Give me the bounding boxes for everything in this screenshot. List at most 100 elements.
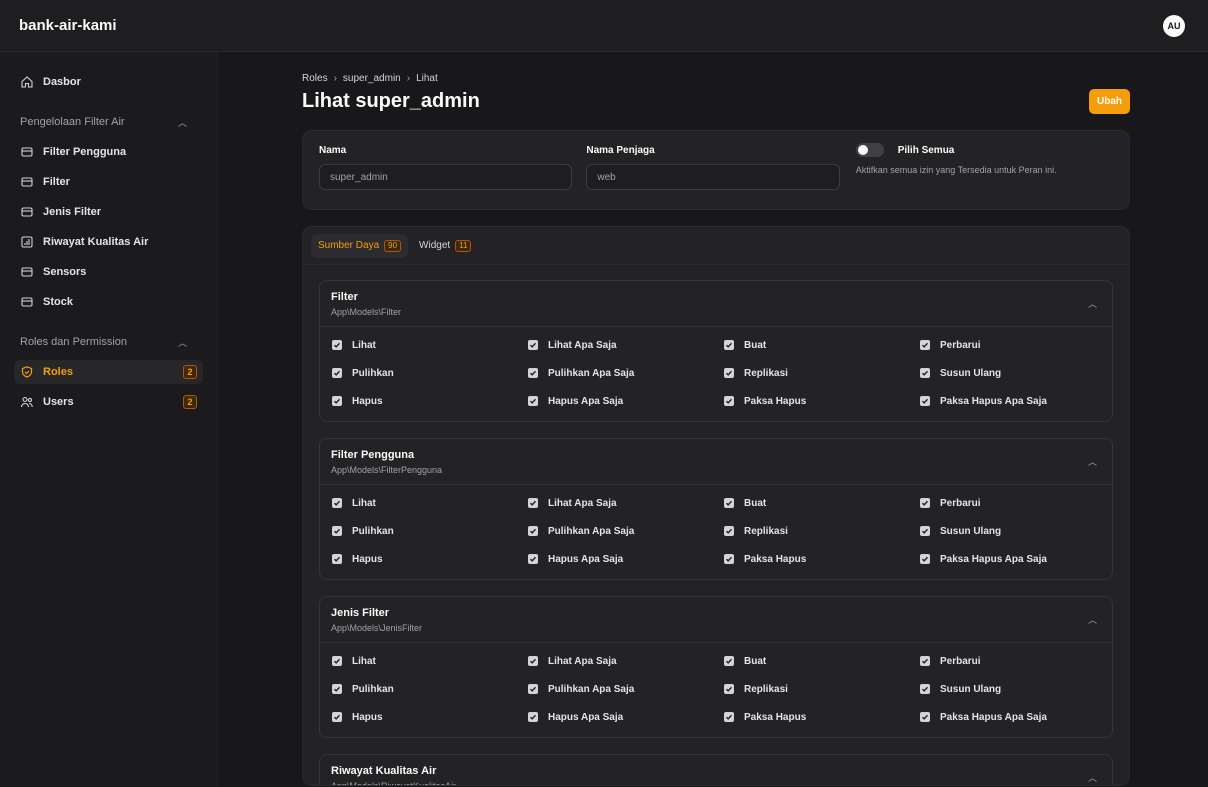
checkbox-checked-icon[interactable] — [528, 368, 538, 378]
chevron-up-icon[interactable]: ︿ — [1088, 297, 1097, 310]
name-input[interactable]: super_admin — [319, 164, 573, 190]
sidebar-item-riwayat-kualitas-air[interactable]: Riwayat Kualitas Air — [14, 230, 203, 254]
sidebar-item-jenis-filter[interactable]: Jenis Filter — [14, 200, 203, 224]
permission-item[interactable]: Perbarui — [920, 489, 1112, 517]
checkbox-checked-icon[interactable] — [724, 656, 734, 666]
checkbox-checked-icon[interactable] — [920, 684, 930, 694]
sidebar-item-stock[interactable]: Stock — [14, 290, 203, 314]
permission-item[interactable]: Lihat Apa Saja — [528, 489, 724, 517]
checkbox-checked-icon[interactable] — [724, 712, 734, 722]
checkbox-checked-icon[interactable] — [528, 340, 538, 350]
permission-item[interactable]: Hapus — [332, 387, 528, 415]
checkbox-checked-icon[interactable] — [528, 526, 538, 536]
checkbox-checked-icon[interactable] — [920, 712, 930, 722]
permission-item[interactable]: Buat — [724, 647, 920, 675]
checkbox-checked-icon[interactable] — [332, 526, 342, 536]
sidebar-item-filter[interactable]: Filter — [14, 170, 203, 194]
checkbox-checked-icon[interactable] — [920, 340, 930, 350]
tab-widgets[interactable]: Widget 11 — [412, 234, 478, 258]
permission-item[interactable]: Pulihkan — [332, 359, 528, 387]
sidebar-group-header[interactable]: Roles dan Permission ︿ — [14, 332, 203, 352]
checkbox-checked-icon[interactable] — [332, 340, 342, 350]
select-all-toggle[interactable] — [855, 143, 884, 157]
checkbox-checked-icon[interactable] — [332, 656, 342, 666]
checkbox-checked-icon[interactable] — [528, 656, 538, 666]
checkbox-checked-icon[interactable] — [332, 368, 342, 378]
permission-item[interactable]: Replikasi — [724, 675, 920, 703]
checkbox-checked-icon[interactable] — [724, 368, 734, 378]
permission-item[interactable]: Susun Ulang — [920, 517, 1112, 545]
permission-item[interactable]: Buat — [724, 489, 920, 517]
resource-header[interactable]: Riwayat Kualitas Air App\Models\RiwayatKu… — [320, 755, 1112, 786]
permission-item[interactable]: Pulihkan — [332, 675, 528, 703]
resource-header[interactable]: Filter Pengguna App\Models\FilterPengguna… — [320, 439, 1112, 485]
checkbox-checked-icon[interactable] — [528, 554, 538, 564]
permission-item[interactable]: Replikasi — [724, 517, 920, 545]
checkbox-checked-icon[interactable] — [724, 340, 734, 350]
checkbox-checked-icon[interactable] — [332, 396, 342, 406]
chevron-up-icon[interactable]: ︿ — [1088, 771, 1097, 784]
tab-resources[interactable]: Sumber Daya 90 — [311, 233, 409, 258]
sidebar-group-header[interactable]: Pengelolaan Filter Air ︿ — [14, 112, 203, 132]
checkbox-checked-icon[interactable] — [332, 498, 342, 508]
checkbox-checked-icon[interactable] — [724, 526, 734, 536]
permission-item[interactable]: Lihat — [332, 647, 528, 675]
chevron-up-icon[interactable]: ︿ — [1088, 613, 1097, 626]
sidebar-item-sensors[interactable]: Sensors — [14, 260, 203, 284]
permission-item[interactable]: Lihat — [332, 331, 528, 359]
permission-item[interactable]: Perbarui — [920, 331, 1112, 359]
permission-item[interactable]: Pulihkan Apa Saja — [528, 675, 724, 703]
permission-item[interactable]: Susun Ulang — [920, 675, 1112, 703]
checkbox-checked-icon[interactable] — [724, 684, 734, 694]
permission-item[interactable]: Paksa Hapus Apa Saja — [920, 387, 1112, 415]
permission-item[interactable]: Paksa Hapus — [724, 703, 920, 731]
checkbox-checked-icon[interactable] — [724, 396, 734, 406]
breadcrumb-roles[interactable]: Roles — [302, 73, 328, 84]
checkbox-checked-icon[interactable] — [528, 396, 538, 406]
permission-item[interactable]: Lihat — [332, 489, 528, 517]
checkbox-checked-icon[interactable] — [920, 526, 930, 536]
checkbox-checked-icon[interactable] — [332, 554, 342, 564]
permission-item[interactable]: Pulihkan Apa Saja — [528, 517, 724, 545]
breadcrumb-role[interactable]: super_admin — [343, 73, 401, 84]
permission-item[interactable]: Pulihkan — [332, 517, 528, 545]
checkbox-checked-icon[interactable] — [724, 498, 734, 508]
permission-item[interactable]: Replikasi — [724, 359, 920, 387]
permission-item[interactable]: Paksa Hapus Apa Saja — [920, 545, 1112, 573]
permission-item[interactable]: Lihat Apa Saja — [528, 331, 724, 359]
permission-item[interactable]: Paksa Hapus — [724, 387, 920, 415]
permission-item[interactable]: Perbarui — [920, 647, 1112, 675]
permission-item[interactable]: Hapus — [332, 703, 528, 731]
checkbox-checked-icon[interactable] — [920, 368, 930, 378]
sidebar-item-filter-pengguna[interactable]: Filter Pengguna — [14, 140, 203, 164]
guard-input[interactable]: web — [586, 164, 840, 190]
checkbox-checked-icon[interactable] — [724, 554, 734, 564]
checkbox-checked-icon[interactable] — [528, 498, 538, 508]
avatar[interactable]: AU — [1163, 14, 1185, 37]
permission-item[interactable]: Hapus Apa Saja — [528, 545, 724, 573]
permission-item[interactable]: Paksa Hapus — [724, 545, 920, 573]
checkbox-checked-icon[interactable] — [332, 684, 342, 694]
permission-item[interactable]: Hapus Apa Saja — [528, 387, 724, 415]
sidebar-item-roles[interactable]: Roles 2 — [14, 360, 203, 384]
permission-item[interactable]: Pulihkan Apa Saja — [528, 359, 724, 387]
checkbox-checked-icon[interactable] — [920, 396, 930, 406]
edit-button[interactable]: Ubah — [1089, 89, 1130, 114]
chevron-up-icon[interactable]: ︿ — [1088, 455, 1097, 468]
permission-item[interactable]: Paksa Hapus Apa Saja — [920, 703, 1112, 731]
checkbox-checked-icon[interactable] — [528, 684, 538, 694]
permission-item[interactable]: Buat — [724, 331, 920, 359]
checkbox-checked-icon[interactable] — [920, 656, 930, 666]
permission-item[interactable]: Hapus Apa Saja — [528, 703, 724, 731]
checkbox-checked-icon[interactable] — [528, 712, 538, 722]
sidebar-item-dashboard[interactable]: Dasbor — [14, 70, 203, 94]
checkbox-checked-icon[interactable] — [332, 712, 342, 722]
sidebar-item-users[interactable]: Users 2 — [14, 390, 203, 414]
app-title[interactable]: bank-air-kami — [19, 17, 117, 34]
checkbox-checked-icon[interactable] — [920, 498, 930, 508]
permission-item[interactable]: Hapus — [332, 545, 528, 573]
permission-item[interactable]: Susun Ulang — [920, 359, 1112, 387]
permission-item[interactable]: Lihat Apa Saja — [528, 647, 724, 675]
checkbox-checked-icon[interactable] — [920, 554, 930, 564]
resource-header[interactable]: Filter App\Models\Filter ︿ — [320, 281, 1112, 327]
